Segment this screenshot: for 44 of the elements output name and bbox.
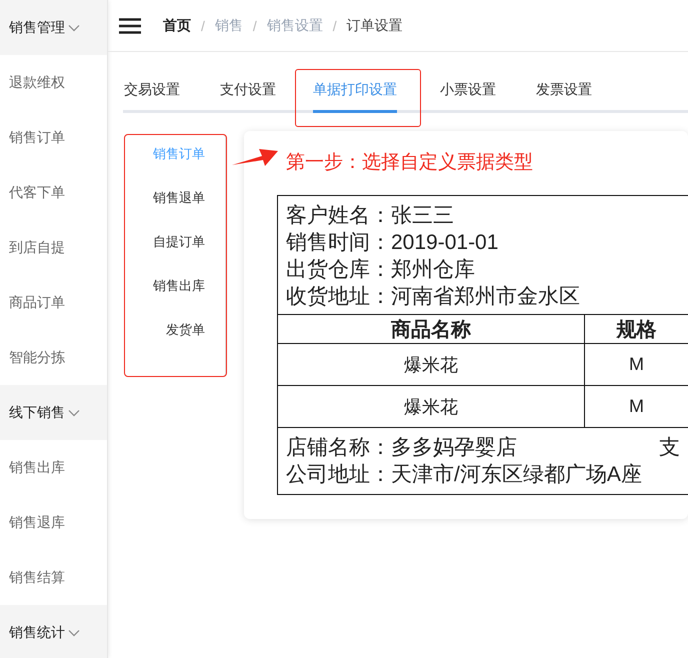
- menu-group-header[interactable]: 线下销售: [0, 385, 107, 440]
- breadcrumb-separator: /: [332, 18, 337, 34]
- step-note: 第一步：选择自定义票据类型: [286, 151, 534, 175]
- document-type-tab[interactable]: 销售退单: [125, 176, 225, 220]
- menu-item[interactable]: 代客下单: [0, 165, 107, 220]
- menu-item[interactable]: 销售退库: [0, 495, 107, 550]
- menu-item[interactable]: 到店自提: [0, 220, 107, 275]
- menu-group-header[interactable]: 销售管理: [0, 0, 107, 55]
- breadcrumb-item: 订单设置: [346, 16, 403, 34]
- tab[interactable]: 交易设置: [124, 70, 180, 113]
- menu-item[interactable]: 销售订单: [0, 110, 107, 165]
- breadcrumb-separator: /: [252, 18, 257, 34]
- receipt-field: 收货地址：河南省郑州市金水区: [286, 283, 680, 310]
- table-cell-text: 爆米花: [403, 396, 459, 418]
- receipt-field: 店铺名称：多多妈孕婴店: [286, 434, 517, 461]
- receipt-field: 公司地址：天津市/河东区绿都广场A座: [286, 461, 642, 488]
- document-type-tab[interactable]: 发货单: [125, 308, 225, 352]
- column-header: 规格: [584, 315, 688, 343]
- chevron-down-icon: [68, 628, 80, 636]
- menu-item[interactable]: 退款维权: [0, 55, 107, 110]
- tab[interactable]: 小票设置: [440, 70, 496, 113]
- menu-item[interactable]: 销售结算: [0, 550, 107, 605]
- chevron-down-icon: [68, 24, 80, 32]
- receipt-field: 客户姓名：张三三: [286, 202, 680, 229]
- tab[interactable]: 单据打印设置: [313, 70, 397, 113]
- table-cell: M: [584, 344, 688, 385]
- breadcrumb-item: 首页: [163, 16, 191, 34]
- chevron-down-icon: [68, 408, 80, 416]
- breadcrumb-separator: /: [201, 18, 205, 34]
- document-type-tab[interactable]: 销售出库: [125, 264, 225, 308]
- menu-item[interactable]: 销售出库: [0, 440, 107, 495]
- receipt-field: 出货仓库：郑州仓库: [286, 256, 680, 283]
- document-type-tab[interactable]: 自提订单: [125, 220, 225, 264]
- menu-group-header[interactable]: 销售统计: [0, 605, 107, 658]
- tab[interactable]: 支付设置: [220, 70, 276, 113]
- receipt-field: 销售时间：2019-01-01: [286, 229, 680, 256]
- table-cell: M: [584, 386, 688, 427]
- column-header: 商品名称: [390, 318, 472, 342]
- receipt-field: 支: [659, 434, 680, 461]
- menu-item[interactable]: 商品订单: [0, 275, 107, 330]
- menu-icon[interactable]: [119, 18, 141, 34]
- table-cell-text: 爆米花: [403, 354, 459, 376]
- menu-item[interactable]: 智能分拣: [0, 330, 107, 385]
- tab[interactable]: 发票设置: [536, 70, 592, 113]
